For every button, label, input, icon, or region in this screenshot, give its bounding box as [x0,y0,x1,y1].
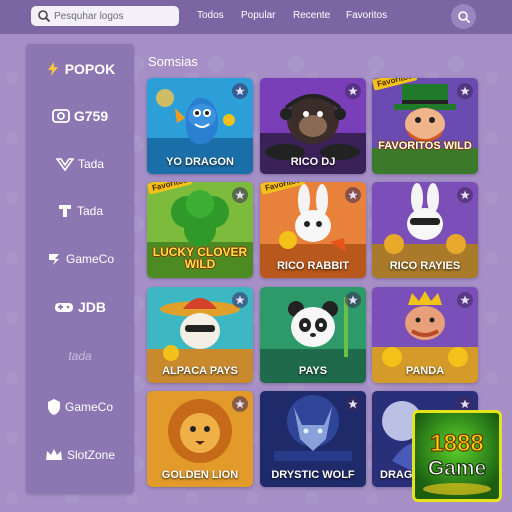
game-art-text: LUCKY CLOVER WILD [152,245,248,271]
game-card-golden-lion[interactable]: GOLDEN LION [147,391,253,487]
favorite-star-button[interactable] [232,83,248,99]
game-title: PANDA [405,365,445,377]
sidebar-item-popok[interactable]: POPOK [26,54,134,84]
game-card-lucky-clover-wild[interactable]: Favoritos LUCKY CLOVER WILD [147,182,253,278]
sidebar-item-label: GameCo [65,252,115,266]
star-icon [460,399,470,409]
target-icon [51,109,70,123]
game-title: YO DRAGON [166,156,234,168]
sidebar-item-label: SlotZone [66,448,116,462]
favorite-star-button[interactable] [457,83,473,99]
sidebar-item-tada-3[interactable]: tada [26,341,134,371]
tab-recent[interactable]: Recente [293,10,330,21]
favorite-star-button[interactable] [345,83,361,99]
game-card-rico-rayies[interactable]: RICO RAYIES [372,182,478,278]
game-card-favoritos-wild[interactable]: Favoritos FAVORITOS WILD [372,78,478,174]
tab-all[interactable]: Todos [197,10,224,21]
game-title: ALPACA PAYS [162,365,238,377]
sidebar-item-gameco-2[interactable]: GameCo [26,392,134,422]
star-icon [235,295,245,305]
game-title: DRYSTIC WOLF [271,469,355,481]
game-card-yo-dragon[interactable]: YO DRAGON [147,78,253,174]
game-card-alpaca-pays[interactable]: ALPACA PAYS [147,287,253,383]
star-icon [235,86,245,96]
sidebar-item-g759[interactable]: G759 [26,101,134,131]
game-title: PAYS [298,365,328,377]
star-icon [348,399,358,409]
favorite-star-button[interactable] [457,292,473,308]
star-icon [348,86,358,96]
gamepad-icon [54,303,73,312]
tab-favorites[interactable]: Favoritos [346,10,387,21]
sidebar-item-tada-2[interactable]: Tada [26,196,134,226]
favorite-star-button[interactable] [345,187,361,203]
game-art-text: FAVORITOS WILD [378,140,472,152]
star-icon [348,295,358,305]
logo-word: Game [428,457,486,480]
game-card-pays[interactable]: PAYS [260,287,366,383]
sidebar-item-label: JDB [77,299,106,315]
game-card-panda[interactable]: PANDA [372,287,478,383]
logo-number: 1888 [430,430,483,457]
favorite-star-button[interactable] [345,396,361,412]
provider-sidebar: POPOK G759 Tada Tada GameCo JDB tada Gam… [26,44,134,494]
game-card-rico-rabbit[interactable]: Favoritos RICO RABBIT [260,182,366,278]
top-bar: Todos Popular Recente Favoritos [0,0,512,34]
star-icon [460,295,470,305]
search-icon [457,10,470,23]
game-card-drystic-wolf[interactable]: DRYSTIC WOLF [260,391,366,487]
favorite-star-button[interactable] [457,187,473,203]
favorite-star-button[interactable] [232,187,248,203]
star-icon [460,86,470,96]
sidebar-item-label: POPOK [64,61,116,77]
tab-popular[interactable]: Popular [241,10,275,21]
favorite-star-button[interactable] [232,292,248,308]
star-icon [348,190,358,200]
sidebar-item-tada[interactable]: Tada [26,149,134,179]
crown-icon [45,449,62,460]
search-input[interactable] [54,10,174,22]
favorite-star-button[interactable] [232,396,248,412]
game-title: RICO RABBIT [276,260,350,272]
section-title: Somsias [148,54,198,69]
star-icon [235,190,245,200]
shield-icon [47,399,60,415]
lightning-icon [47,62,58,76]
g-logo-icon [48,254,59,265]
t-shield-icon [58,205,71,217]
sidebar-item-label: GameCo [64,400,114,414]
sidebar-item-slotzone[interactable]: SlotZone [26,440,134,470]
logo-graphic: 1888 Game [415,413,499,499]
sidebar-item-label: tada [68,349,92,363]
1888game-logo: 1888 Game [412,410,502,502]
leaf-v-icon [55,158,74,172]
search-box[interactable] [31,6,179,26]
search-icon [38,10,51,23]
game-title: GOLDEN LION [161,469,239,481]
sidebar-item-label: Tada [77,157,105,171]
game-card-rico-dj[interactable]: RICO DJ [260,78,366,174]
game-title: RICO RAYIES [389,260,461,272]
favorite-star-button[interactable] [345,292,361,308]
star-icon [235,399,245,409]
sidebar-item-label: G759 [73,108,109,124]
sidebar-item-label: Tada [76,204,104,218]
sidebar-item-jdb[interactable]: JDB [26,292,134,322]
sidebar-item-gameco[interactable]: GameCo [26,244,134,274]
star-icon [460,190,470,200]
search-button[interactable] [451,4,476,29]
game-title: RICO DJ [290,156,336,168]
